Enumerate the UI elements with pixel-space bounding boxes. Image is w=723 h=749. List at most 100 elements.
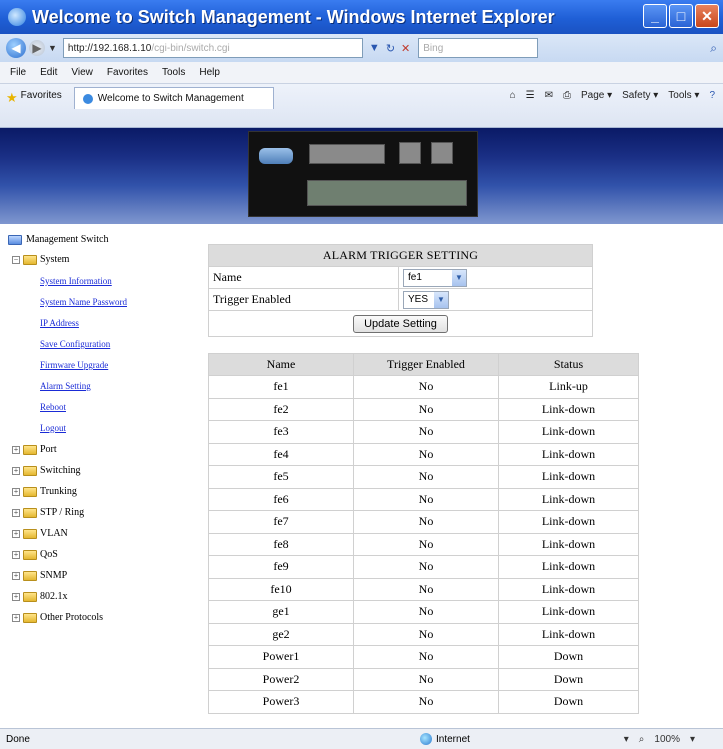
expand-icon[interactable]: + [12,571,20,580]
safety-menu[interactable]: Safety ▾ [622,90,658,101]
menu-favorites[interactable]: Favorites [107,67,148,78]
cell-name: fe2 [208,397,354,421]
cell-trigger-enabled: No [353,510,499,534]
tree-node-label: Switching [40,465,81,476]
cell-trigger-enabled: No [353,532,499,556]
tree-node-port[interactable]: + Port [12,444,57,455]
menu-help[interactable]: Help [199,67,220,78]
table-row: Power3 No Down [208,690,639,714]
cell-name: Power3 [208,690,354,714]
tree-node-802-1x[interactable]: + 802.1x [12,591,68,602]
tree-node-vlan[interactable]: + VLAN [12,528,68,539]
forward-button[interactable]: ▶ [29,40,45,56]
cell-status: Link-down [498,442,639,466]
tree-node-label: QoS [40,549,58,560]
minimize-button[interactable]: _ [643,4,667,28]
expand-icon[interactable]: + [12,508,20,517]
cell-name: fe5 [208,465,354,489]
alarm-trigger-form: ALARM TRIGGER SETTING Name fe1 ▼ Trigger… [208,244,593,337]
chevron-down-icon[interactable]: ▾ [690,734,695,745]
refresh-icon[interactable]: ↻ [386,42,395,55]
table-row: fe4 No Link-down [208,442,639,466]
protected-mode-icon[interactable]: ▾ [624,734,629,745]
sidebar-link-reboot[interactable]: Reboot [40,402,66,412]
expand-icon[interactable]: + [12,613,20,622]
security-zone[interactable]: Internet [420,733,470,745]
trigger-enabled-select[interactable]: YES ▼ [403,290,449,309]
sidebar-link-logout[interactable]: Logout [40,423,66,433]
menu-view[interactable]: View [71,67,93,78]
expand-icon[interactable]: + [12,466,20,475]
sidebar-link-system-information[interactable]: System Information [40,276,112,286]
tree-node-other-protocols[interactable]: + Other Protocols [12,612,103,623]
table-row: ge2 No Link-down [208,622,639,646]
favorites-button[interactable]: Favorites [21,90,62,101]
zoom-control[interactable]: ▾ ⌕ 100% ▾ [624,734,695,745]
alarm-form-header: ALARM TRIGGER SETTING [208,244,593,267]
url-path: /cgi-bin/switch.cgi [151,42,230,54]
tree-node-switching[interactable]: + Switching [12,465,81,476]
cell-status: Link-down [498,397,639,421]
stop-icon[interactable]: ✕ [401,42,410,55]
tree-node-trunking[interactable]: + Trunking [12,486,77,497]
mail-icon[interactable]: ✉ [545,90,553,101]
expand-icon[interactable]: + [12,445,20,454]
search-input[interactable]: Bing [418,38,539,58]
cell-status: Link-down [498,420,639,444]
cell-status: Link-down [498,532,639,556]
tree-root[interactable]: Management Switch [8,234,108,245]
expand-icon[interactable]: + [12,550,20,559]
url-host: http://192.168.1.10 [67,42,152,54]
name-select-value: fe1 [408,272,422,283]
expand-icon[interactable]: + [12,592,20,601]
cell-name: ge1 [208,600,354,624]
back-button[interactable]: ◀ [6,38,26,58]
favorites-star-icon[interactable]: ★ [6,90,18,106]
tools-menu[interactable]: Tools ▾ [668,90,699,101]
table-row: fe1 No Link-up [208,375,639,399]
column-header-trigger-enabled: Trigger Enabled [353,353,499,376]
cell-name: Power2 [208,667,354,691]
console-port-icon [259,148,293,164]
tree-node-stp-ring[interactable]: + STP / Ring [12,507,84,518]
update-setting-button[interactable]: Update Setting [353,314,448,333]
tree-node-system[interactable]: − System [12,254,69,265]
sidebar-link-alarm-setting[interactable]: Alarm Setting [40,381,91,391]
browser-tab[interactable]: Welcome to Switch Management [73,87,274,109]
home-icon[interactable]: ⌂ [510,90,516,101]
page-menu[interactable]: Page ▾ [581,90,612,101]
sidebar-link-ip-address[interactable]: IP Address [40,318,79,328]
feeds-icon[interactable]: ☰ [526,90,535,101]
url-input[interactable]: http://192.168.1.10 /cgi-bin/switch.cgi [62,38,363,58]
table-row: fe8 No Link-down [208,532,639,556]
tree-node-qos[interactable]: + QoS [12,549,58,560]
tree-node-snmp[interactable]: + SNMP [12,570,67,581]
menu-edit[interactable]: Edit [40,67,57,78]
url-dropdown-icon[interactable]: ▼ [369,42,380,54]
sidebar-link-save-configuration[interactable]: Save Configuration [40,339,110,349]
name-select[interactable]: fe1 ▼ [403,268,467,287]
history-dropdown-icon[interactable]: ▼ [48,43,57,53]
sidebar-link-system-name-password[interactable]: System Name Password [40,297,127,307]
trigger-enabled-cell: YES ▼ [398,288,593,311]
print-icon[interactable]: ⎙ [563,90,571,101]
maximize-button[interactable]: □ [669,4,693,28]
column-header-name: Name [208,353,354,376]
menu-file[interactable]: File [10,67,26,78]
cell-status: Down [498,667,639,691]
search-icon[interactable]: ⌕ [710,41,717,56]
cell-trigger-enabled: No [353,690,499,714]
menu-tools[interactable]: Tools [162,67,185,78]
help-icon[interactable]: ? [709,90,715,101]
window-title-bar[interactable]: Welcome to Switch Management - Windows I… [0,0,723,34]
cell-name: fe10 [208,577,354,601]
expand-icon[interactable]: + [12,529,20,538]
cell-trigger-enabled: No [353,667,499,691]
expand-icon[interactable]: + [12,487,20,496]
cell-status: Link-down [498,600,639,624]
collapse-icon[interactable]: − [12,255,20,264]
sidebar-link-firmware-upgrade[interactable]: Firmware Upgrade [40,360,108,370]
close-button[interactable]: ✕ [695,4,719,28]
folder-icon [23,591,37,602]
zone-label: Internet [436,733,470,745]
